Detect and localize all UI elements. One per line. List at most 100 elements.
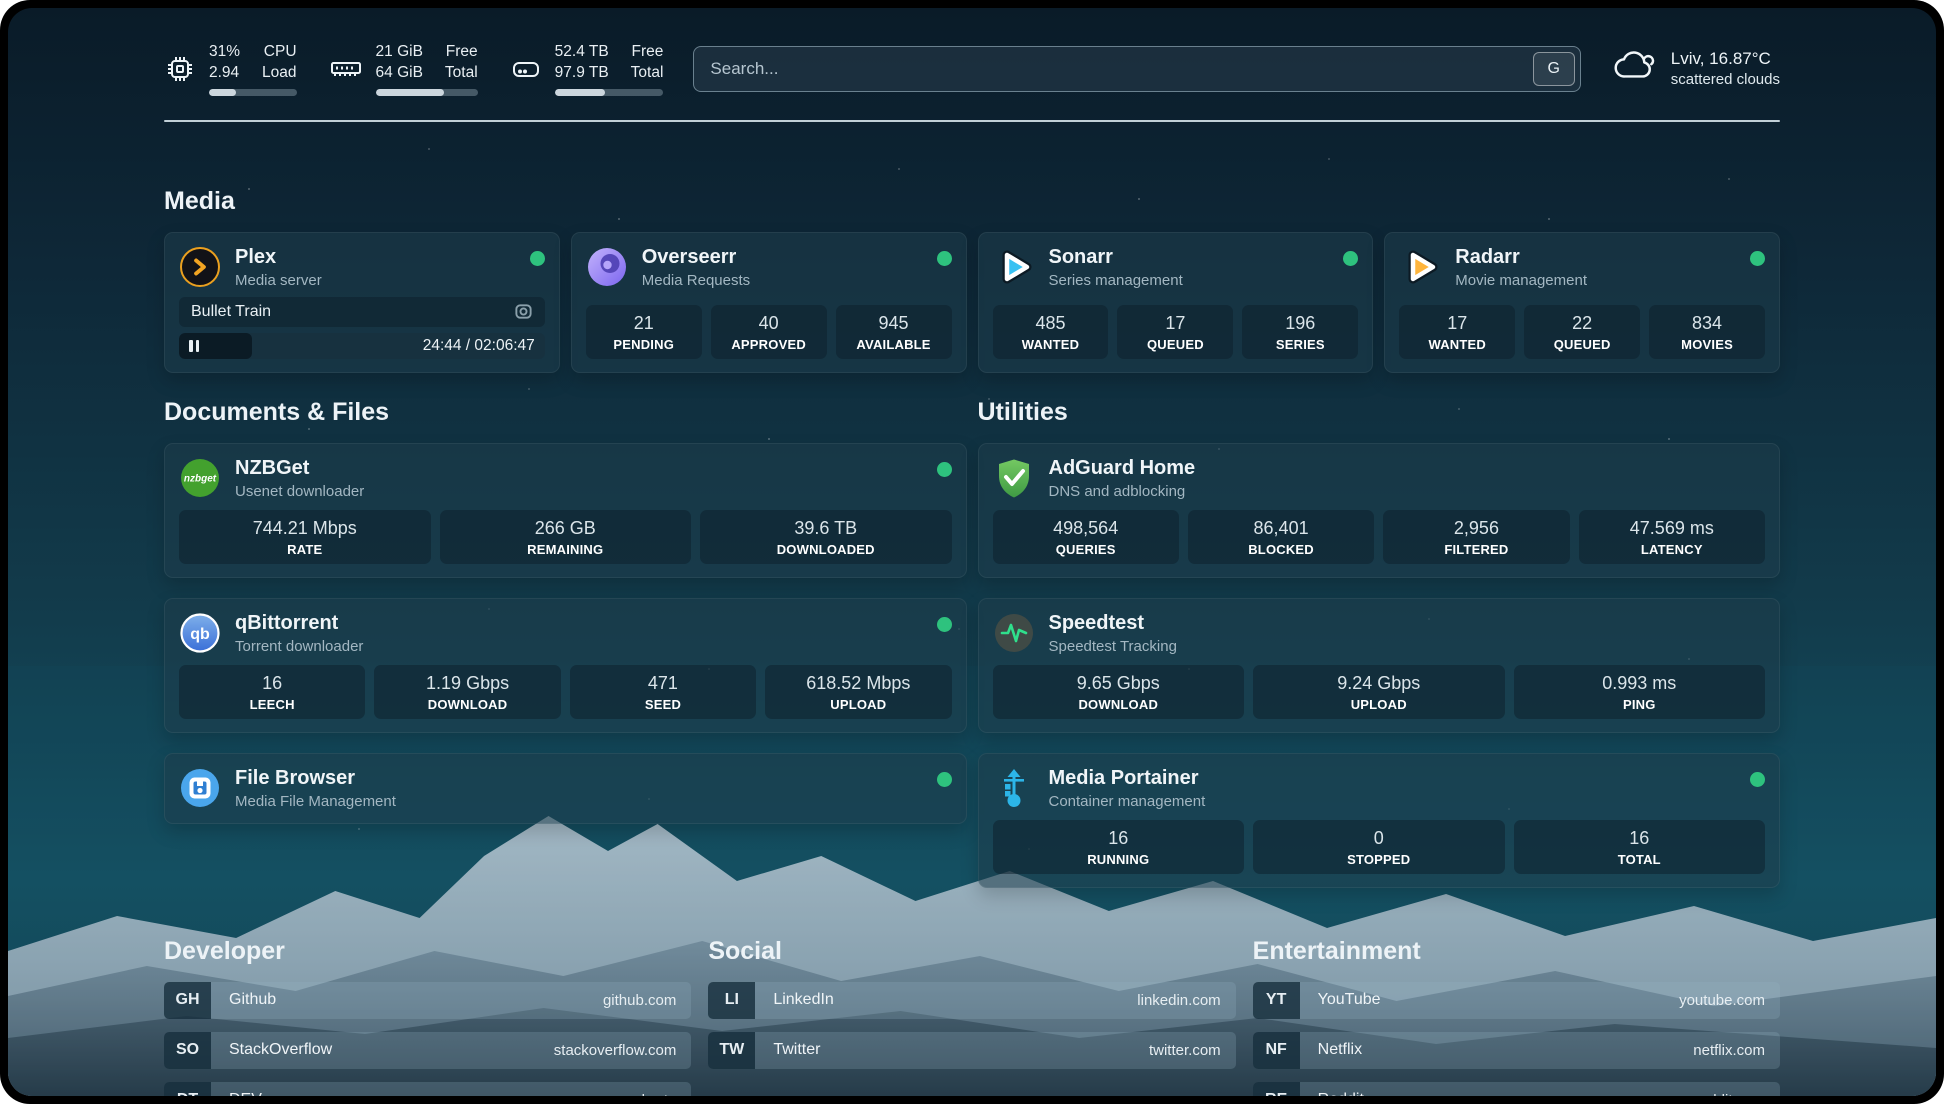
cpu-load-label: Load [262,63,296,84]
stat-box: 2,956 FILTERED [1383,510,1569,564]
bookmark-abbr: LI [708,982,755,1019]
stat-box: 47.569 ms LATENCY [1579,510,1765,564]
app-name: Overseerr [642,246,750,269]
app-card-portainer[interactable]: Media Portainer Container management 16 … [978,753,1781,888]
app-name: qBittorrent [235,612,363,635]
stat-box: 0 STOPPED [1253,820,1505,874]
stat-box: 485 WANTED [993,305,1109,359]
bookmark-url: linkedin.com [1137,992,1220,1009]
dashboard-background: 31% 2.94 CPU Load [8,8,1936,1096]
disk-progress-fill [555,89,605,96]
app-name: AdGuard Home [1049,457,1196,480]
stat-box: 471 SEED [570,665,756,719]
bookmark-reddit[interactable]: RE Reddit reddit.com [1253,1082,1780,1096]
bookmark-url: twitter.com [1149,1042,1221,1059]
status-dot [937,462,952,477]
cpu-load-value: 2.94 [209,63,240,84]
bookmark-abbr: YT [1253,982,1300,1019]
section-developer: Developer GH Github github.com SO StackO… [164,936,691,1096]
svg-text:qb: qb [190,626,210,643]
nzbget-icon: nzbget [179,457,221,499]
weather-location-temp: Lviv, 16.87°C [1671,49,1780,69]
mem-progress-fill [376,89,444,96]
app-card-radarr[interactable]: Radarr Movie management 17 WANTED 2 [1384,232,1780,373]
stat-box: 9.24 Gbps UPLOAD [1253,665,1505,719]
stat-box: 834 MOVIES [1649,305,1765,359]
search-input[interactable] [693,46,1580,92]
app-card-sonarr[interactable]: Sonarr Series management 485 WANTED [978,232,1374,373]
stat-box: 1.19 Gbps DOWNLOAD [374,665,560,719]
bookmark-abbr: SO [164,1032,211,1069]
bookmark-dev[interactable]: DT DEV dev.to [164,1082,691,1096]
disk-icon [510,53,542,85]
stat-box: 40 APPROVED [711,305,827,359]
stat-box: 16 RUNNING [993,820,1245,874]
app-subtitle: Torrent downloader [235,638,363,655]
bookmark-abbr: DT [164,1082,211,1096]
now-playing-title: Bullet Train [191,303,271,321]
app-subtitle: Media File Management [235,793,396,810]
app-card-nzbget[interactable]: nzbget NZBGet Usenet downloader [164,443,967,578]
bookmark-url: netflix.com [1693,1042,1765,1059]
cpu-icon [164,53,196,85]
status-dot [937,617,952,632]
developer-section-title: Developer [164,936,691,966]
speedtest-icon [993,612,1035,654]
now-playing-row: Bullet Train [179,297,545,327]
bookmark-stackoverflow[interactable]: SO StackOverflow stackoverflow.com [164,1032,691,1069]
filebrowser-icon [179,767,221,809]
stat-box: 196 SERIES [1242,305,1358,359]
bookmark-twitter[interactable]: TW Twitter twitter.com [708,1032,1235,1069]
ram-icon [329,53,363,85]
section-documents: Documents & Files nzbget [164,397,967,824]
stat-box: 498,564 QUERIES [993,510,1179,564]
stat-box: 945 AVAILABLE [836,305,952,359]
bookmark-name: Reddit [1318,1091,1364,1096]
stat-box: 22 QUEUED [1524,305,1640,359]
search-bar: G [693,46,1580,92]
bookmark-name: LinkedIn [773,991,834,1009]
bookmark-netflix[interactable]: NF Netflix netflix.com [1253,1032,1780,1069]
status-dot [1750,251,1765,266]
sonarr-icon [993,246,1035,288]
app-card-filebrowser[interactable]: File Browser Media File Management [164,753,967,824]
bookmark-url: dev.to [637,1092,677,1096]
mem-free-value: 21 GiB [376,42,423,63]
social-section-title: Social [708,936,1235,966]
status-dot [937,772,952,787]
app-card-adguard[interactable]: AdGuard Home DNS and adblocking 498,564 … [978,443,1781,578]
app-card-overseerr[interactable]: Overseerr Media Requests 21 PENDING [571,232,967,373]
bookmark-name: Twitter [773,1041,820,1059]
app-subtitle: DNS and adblocking [1049,483,1196,500]
section-media: Media [164,186,1780,373]
disk-progress-track [555,89,664,96]
app-subtitle: Media Requests [642,272,750,289]
bookmark-github[interactable]: GH Github github.com [164,982,691,1019]
documents-section-title: Documents & Files [164,397,967,427]
stat-box: 17 WANTED [1399,305,1515,359]
header-bar: 31% 2.94 CPU Load [164,8,1780,96]
weather-widget[interactable]: Lviv, 16.87°C scattered clouds [1611,47,1780,90]
status-dot [530,251,545,266]
stat-box: 16 TOTAL [1514,820,1766,874]
bookmark-url: stackoverflow.com [554,1042,677,1059]
bookmark-youtube[interactable]: YT YouTube youtube.com [1253,982,1780,1019]
app-card-speedtest[interactable]: Speedtest Speedtest Tracking 9.65 Gbps D… [978,598,1781,733]
section-social: Social LI LinkedIn linkedin.com TW Twitt… [708,936,1235,1096]
dashboard-window: 31% 2.94 CPU Load [0,0,1944,1104]
bookmark-abbr: TW [708,1032,755,1069]
search-engine-button[interactable]: G [1533,52,1575,86]
bookmark-linkedin[interactable]: LI LinkedIn linkedin.com [708,982,1235,1019]
app-card-plex[interactable]: Plex Media server Bullet Train [164,232,560,373]
pause-icon[interactable] [189,340,199,352]
stat-box: 86,401 BLOCKED [1188,510,1374,564]
app-card-qbittorrent[interactable]: qb qBittorrent Torrent downloader [164,598,967,733]
media-section-title: Media [164,186,1780,216]
bookmark-name: YouTube [1318,991,1381,1009]
entertainment-section-title: Entertainment [1253,936,1780,966]
stat-box: 744.21 Mbps RATE [179,510,431,564]
disk-free-label: Free [631,42,664,63]
app-name: Plex [235,246,322,269]
bookmark-name: Github [229,991,276,1009]
cpu-progress-track [209,89,297,96]
